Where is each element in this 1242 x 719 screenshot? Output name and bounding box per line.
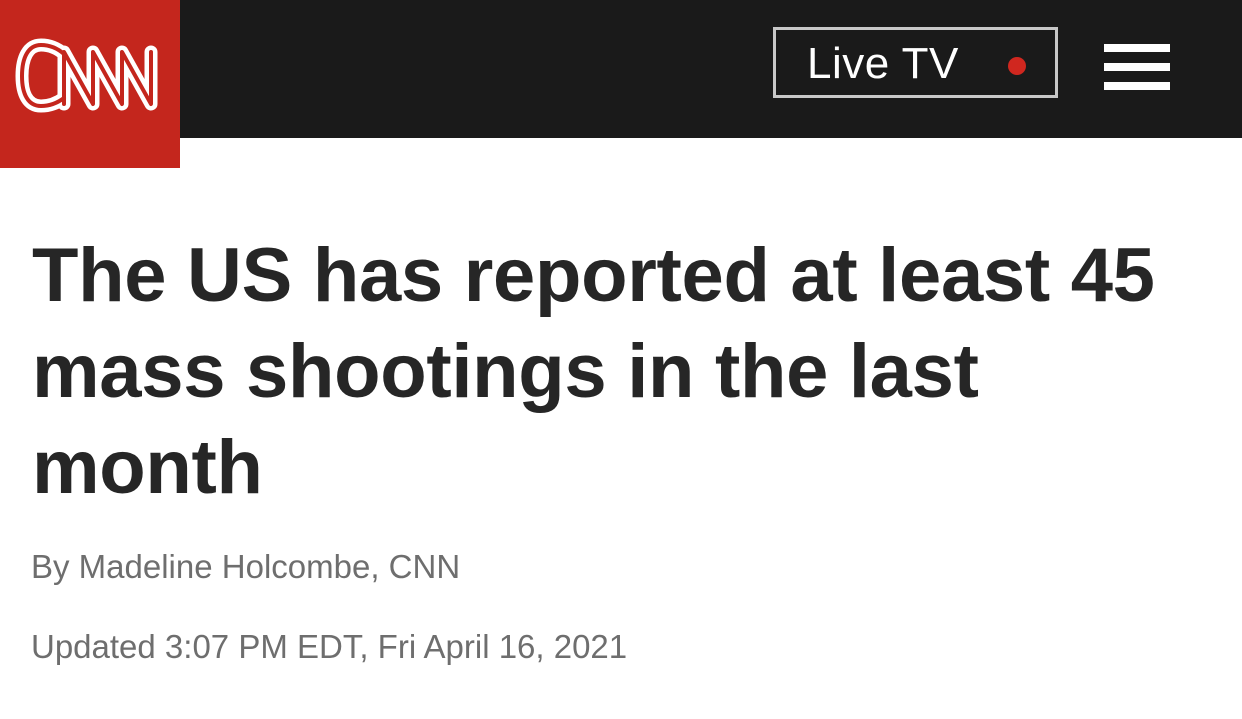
hamburger-menu-button[interactable] xyxy=(1104,44,1170,92)
live-indicator-icon xyxy=(1008,57,1026,75)
menu-bar xyxy=(1104,44,1170,52)
cnn-logo-icon xyxy=(0,0,180,168)
menu-bar xyxy=(1104,82,1170,90)
article-updated-timestamp: Updated 3:07 PM EDT, Fri April 16, 2021 xyxy=(31,628,628,665)
article-byline: By Madeline Holcombe, CNN xyxy=(31,548,461,585)
live-tv-button[interactable]: Live TV xyxy=(773,27,1058,98)
article-headline: The US has reported at least 45 mass sho… xyxy=(32,233,1155,510)
cnn-logo[interactable] xyxy=(0,0,180,168)
menu-bar xyxy=(1104,63,1170,71)
live-tv-label: Live TV xyxy=(807,39,959,88)
